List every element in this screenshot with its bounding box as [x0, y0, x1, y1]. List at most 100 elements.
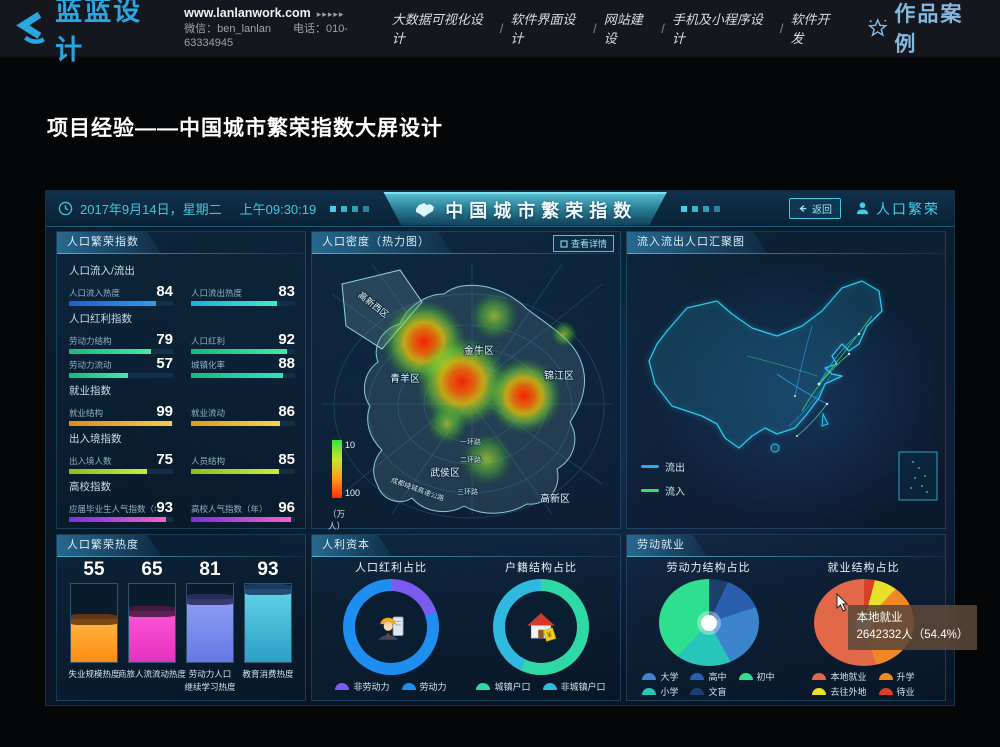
section-title: 就业指数 — [69, 383, 295, 398]
legend-label: 非城镇户口 — [561, 680, 606, 693]
nav-separator: / — [661, 21, 665, 36]
legend-label: 去往外地 — [830, 685, 866, 698]
gauge-bar — [69, 421, 173, 426]
chart-legend: 大学高中初中小学文盲 — [642, 670, 774, 698]
legend-item: 初中 — [739, 670, 775, 683]
legend-arc-swatch — [812, 673, 826, 680]
svg-text:青羊区: 青羊区 — [390, 372, 420, 385]
legend-item: 流入 — [641, 483, 685, 498]
gauge-row: 应届毕业生人气指数（年）93高校人气指数（年）96 — [69, 498, 295, 522]
gauge-label: 出入境人数 — [69, 455, 112, 467]
tank-body — [128, 583, 176, 663]
tank-wave — [186, 594, 234, 605]
legend-arc-swatch — [476, 683, 490, 690]
gauge: 人口红利92 — [191, 330, 295, 354]
gauge-header: 劳动力流动57 — [69, 354, 173, 371]
legend-label: 非劳动力 — [353, 680, 389, 693]
cases-label: 作品案例 — [894, 0, 984, 58]
gauge-row: 劳动力结构79 人口红利92 — [69, 330, 295, 354]
gauge-value: 92 — [278, 332, 295, 347]
site-nav: 大数据可视化设计/软件界面设计/网站建设/手机及小程序设计/软件开发 — [392, 9, 841, 47]
panel-human-capital: 人利资本 人口红利占比 非劳动力劳动力户籍结构占比 ¥城镇户口非城镇户口 — [311, 534, 621, 701]
gauge-header: 城镇化率88 — [191, 354, 295, 371]
gauge-bar — [69, 517, 173, 522]
sea-inset — [899, 452, 937, 500]
view-detail-button[interactable]: 查看详情 — [553, 235, 614, 252]
gauge-row: 劳动力流动57 城镇化率88 — [69, 354, 295, 378]
nav-item[interactable]: 软件界面设计 — [510, 9, 586, 47]
tank-value: 93 — [257, 559, 278, 583]
nav-item[interactable]: 手机及小程序设计 — [672, 9, 773, 47]
gauge-bar-fill — [69, 373, 128, 378]
legend-line-swatch — [641, 489, 659, 492]
gauge-bar — [69, 373, 173, 378]
legend-arc-swatch — [812, 688, 826, 695]
panel-title: 人口密度（热力图） — [312, 232, 452, 253]
legend-arc-swatch — [879, 673, 893, 680]
back-button[interactable]: 返回 — [789, 198, 841, 219]
site-meta: www.lanlanwork.com ▸▸▸▸▸ 微信：ben_lanlan 电话… — [184, 5, 392, 52]
legend-label: 高中 — [708, 670, 726, 683]
gauge-row: 出入境人数75 人员结构85 — [69, 450, 295, 474]
gauge-header: 就业流动86 — [191, 402, 295, 419]
nav-item[interactable]: 网站建设 — [604, 9, 655, 47]
gauge-label: 人员结构 — [191, 455, 225, 467]
dashboard-screenshot: 2017年9月14日，星期二 上午09:30:19 中国城市繁荣指数 返回 — [45, 190, 955, 706]
logo-text: 蓝蓝设计 — [55, 0, 168, 67]
legend-arc-swatch — [543, 683, 557, 690]
legend-arc-swatch — [642, 688, 656, 695]
tank-liquid — [245, 589, 291, 662]
legend-item: 高中 — [690, 670, 726, 683]
gauge-bar-fill — [191, 301, 277, 306]
site-url[interactable]: www.lanlanwork.com — [184, 6, 311, 20]
donut-hole: ¥ — [505, 591, 577, 663]
pie-body — [659, 579, 759, 666]
gauge-bar-fill — [191, 421, 280, 426]
gauge: 高校人气指数（年）96 — [191, 498, 295, 522]
legend-item: 非城镇户口 — [543, 680, 606, 693]
gauge-label: 就业结构 — [69, 407, 103, 419]
chart-legend: 城镇户口 非城镇户口 — [476, 680, 605, 693]
section-title: 高校指数 — [69, 479, 295, 494]
gauge-header: 劳动力结构79 — [69, 330, 173, 347]
cases-link[interactable]: 作品案例 — [867, 0, 984, 58]
url-arrows-icon: ▸▸▸▸▸ — [317, 9, 345, 19]
gauge-header: 人口流入热度84 — [69, 282, 173, 299]
panel-population-index: 人口繁荣指数 人口流入/流出人口流入热度84人口流出热度83人口红利指数劳动力结… — [56, 231, 306, 529]
panel-title: 人口繁荣热度 — [57, 535, 161, 556]
deco-squares-left — [330, 206, 369, 212]
panel-title: 流入流出人口汇聚图 — [627, 232, 767, 253]
house-icon: ¥ — [523, 610, 559, 644]
legend-label: 初中 — [757, 670, 775, 683]
svg-text:二环路: 二环路 — [460, 455, 481, 464]
gauge-value: 57 — [156, 356, 173, 371]
gauge-bar-fill — [69, 517, 166, 522]
legend-label: 流入 — [665, 483, 685, 498]
tank-body — [186, 583, 234, 663]
tank-body — [244, 583, 292, 663]
tank-value: 65 — [141, 559, 162, 583]
legend-item: 待业 — [879, 685, 915, 698]
legend-label: 城镇户口 — [494, 680, 530, 693]
page: 蓝蓝设计 www.lanlanwork.com ▸▸▸▸▸ 微信：ben_lanl… — [0, 0, 1000, 747]
gauge: 人员结构85 — [191, 450, 295, 474]
nav-item[interactable]: 大数据可视化设计 — [392, 9, 493, 47]
dashboard-title-band: 中国城市繁荣指数 — [383, 192, 667, 226]
panel-title: 人利资本 — [312, 535, 392, 556]
gauge-value: 86 — [278, 404, 295, 419]
nav-item[interactable]: 软件开发 — [790, 9, 841, 47]
gauge-header: 出入境人数75 — [69, 450, 173, 467]
tank-label: 失业规模热度 — [68, 668, 119, 681]
gauge-bar — [191, 373, 295, 378]
mode-indicator[interactable]: 人口繁荣 — [855, 199, 940, 219]
site-contact: 微信：ben_lanlan 电话：010-63334945 — [184, 22, 392, 52]
legend-row: 去往外地待业 — [812, 685, 914, 698]
gauge: 出入境人数75 — [69, 450, 173, 474]
legend-item: 大学 — [642, 670, 678, 683]
legend-item: 小学 — [642, 685, 678, 698]
china-map-icon — [413, 201, 437, 219]
chart-subtitle: 户籍结构占比 — [505, 559, 577, 575]
logo[interactable]: 蓝蓝设计 — [14, 0, 168, 67]
pie-body: 本地就业 2642332人（54.4%） — [814, 579, 914, 666]
svg-text:锦江区: 锦江区 — [544, 369, 574, 382]
